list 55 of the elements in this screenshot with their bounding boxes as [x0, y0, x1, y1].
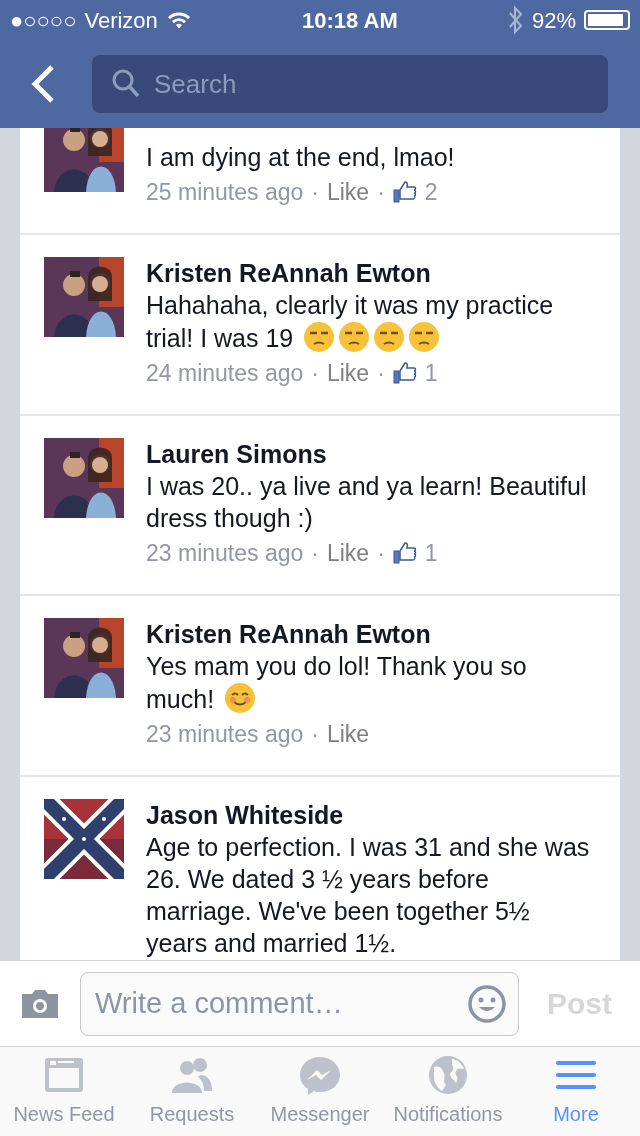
- tab-button[interactable]: Requests: [128, 1047, 256, 1136]
- tab-button[interactable]: Messenger: [256, 1047, 384, 1136]
- comment-text: Hahahaha, clearly it was my practice trial! I was 19: [146, 290, 555, 354]
- bluetooth-icon: [507, 5, 524, 35]
- smiling-face-icon: [224, 682, 257, 714]
- carrier-label: Verizon: [84, 6, 158, 35]
- separator-dot: ·: [377, 359, 385, 388]
- comment-text: I was 20.. ya live and ya learn! Beautiful dress though :): [146, 471, 588, 534]
- like-link[interactable]: Like: [326, 173, 370, 211]
- timestamp: 23 minutes ago: [146, 539, 304, 568]
- separator-dot: ·: [311, 178, 319, 207]
- unamused-face-icon: [338, 321, 371, 353]
- unamused-face-icon: [303, 321, 336, 353]
- thumbs-up-icon: [392, 362, 417, 384]
- unamused-face-icon: [373, 321, 406, 353]
- timestamp: 23 minutes ago: [146, 720, 304, 749]
- smiley-icon[interactable]: [467, 983, 507, 1024]
- battery-percent: 92%: [531, 6, 576, 35]
- separator-dot: ·: [377, 178, 385, 207]
- like-link[interactable]: Like: [326, 354, 370, 392]
- like-count: 1: [424, 539, 438, 568]
- timestamp: 24 minutes ago: [146, 359, 304, 388]
- globe-icon: [426, 1055, 470, 1097]
- comment-text: I am dying at the end, lmao!: [146, 142, 456, 173]
- comment-field[interactable]: Write a comment…: [80, 971, 519, 1036]
- like-link[interactable]: Like: [326, 534, 370, 572]
- thumbs-up-icon: [392, 181, 417, 203]
- author-name[interactable]: Jason Whiteside: [146, 799, 596, 831]
- messenger-icon: [298, 1055, 342, 1097]
- search-field[interactable]: Search: [92, 55, 608, 113]
- search-icon: [112, 69, 140, 99]
- separator-dot: ·: [377, 539, 385, 568]
- author-name[interactable]: Kristen ReAnnah Ewton: [146, 618, 596, 650]
- wifi-icon: [165, 10, 192, 30]
- like-link[interactable]: Like: [326, 715, 370, 753]
- like-count: 2: [424, 178, 438, 207]
- battery-icon: [584, 10, 630, 30]
- separator-dot: ·: [311, 720, 319, 749]
- author-name[interactable]: Lauren Simons: [146, 438, 596, 470]
- comment-text: Age to perfection. I was 31 and she was 26. We dated 3 ½ years before marriage. We've been together 5½ years and married 1½.: [146, 832, 591, 959]
- timestamp: 25 minutes ago: [146, 178, 304, 207]
- signal-indicator: ●○○○○: [10, 6, 77, 35]
- separator-dot: ·: [311, 539, 319, 568]
- thumbs-up-icon: [392, 542, 417, 564]
- unamused-face-icon: [408, 321, 441, 353]
- camera-icon[interactable]: [20, 987, 60, 1020]
- back-icon[interactable]: [30, 64, 56, 104]
- tab-button[interactable]: More: [512, 1047, 640, 1136]
- comment-text: Yes mam you do lol! Thank you so much!: [146, 651, 528, 715]
- tab-button[interactable]: Notifications: [384, 1047, 512, 1136]
- tab-button[interactable]: News Feed: [0, 1047, 128, 1136]
- author-name[interactable]: Kristen ReAnnah Ewton: [146, 257, 596, 289]
- like-count: 1: [424, 359, 438, 388]
- clock-label: 10:18 AM: [302, 6, 398, 35]
- separator-dot: ·: [311, 359, 319, 388]
